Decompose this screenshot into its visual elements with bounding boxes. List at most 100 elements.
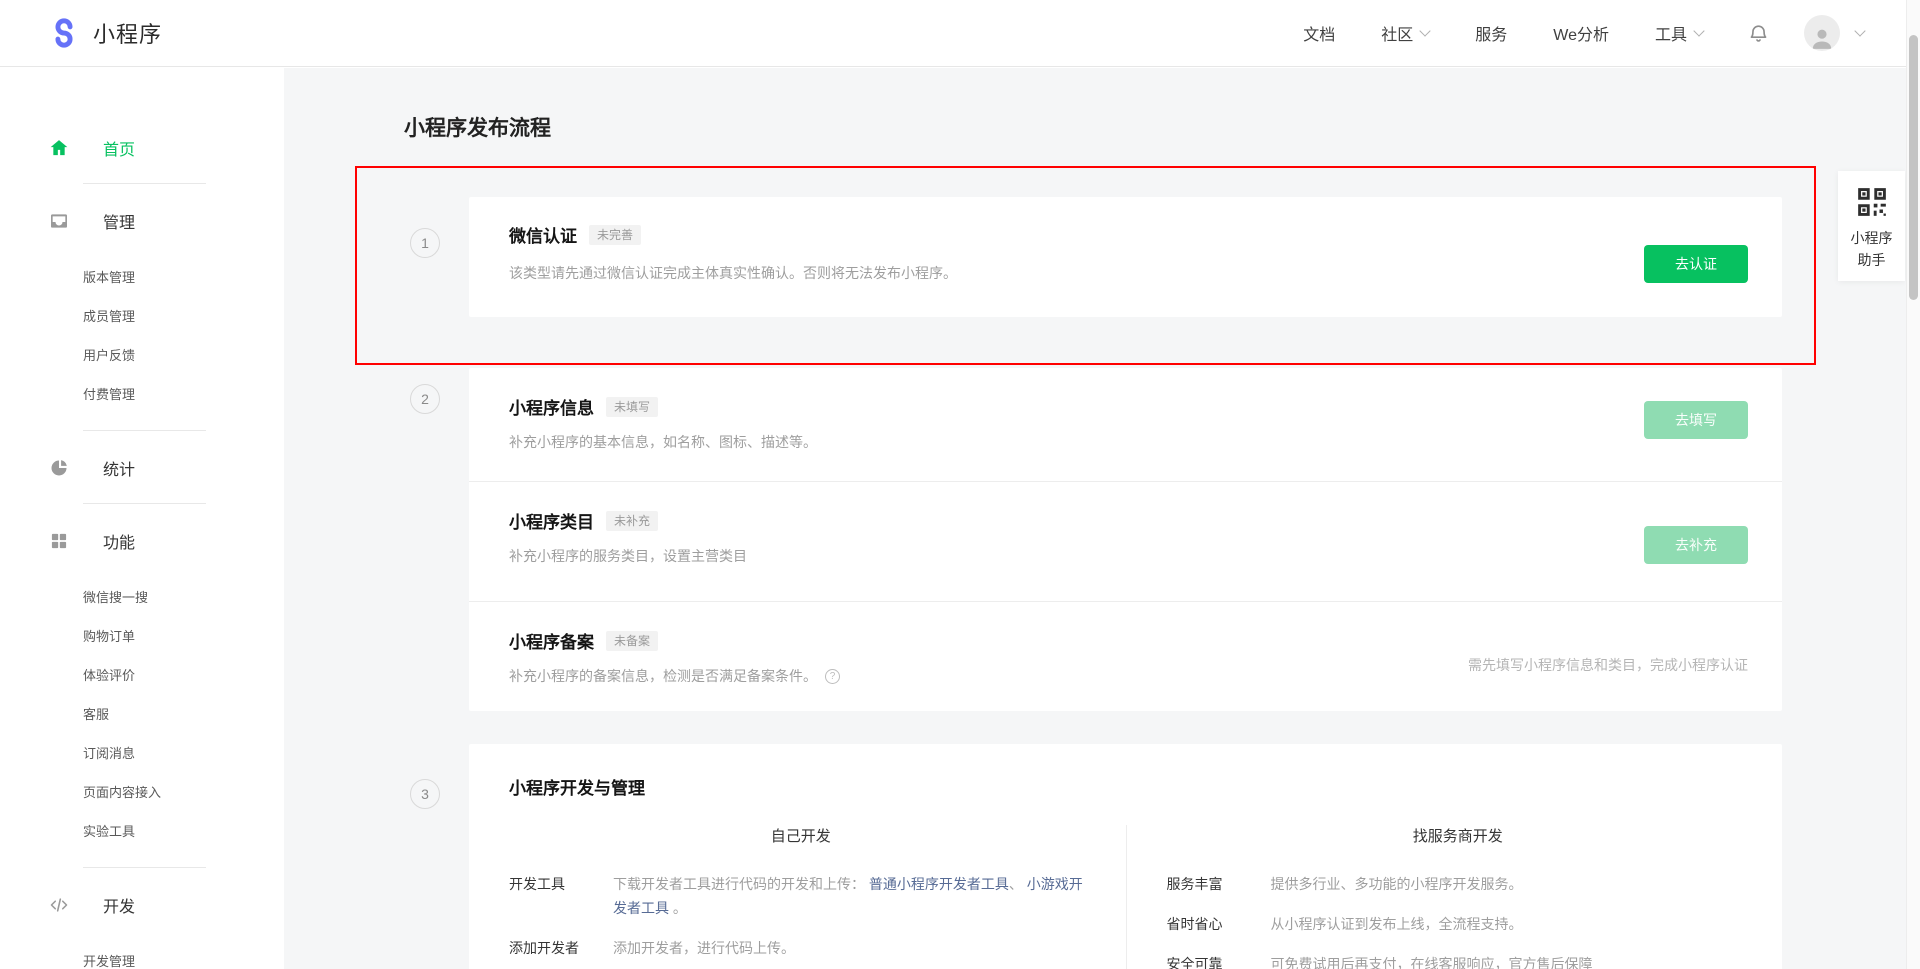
sidebar-item-label: 首页 [103,136,135,160]
top-nav: 文档 社区 服务 We分析 工具 [1257,15,1920,51]
sidebar-divider [83,867,206,868]
row-label: 添加开发者 [509,936,613,960]
assistant-widget[interactable]: 小程序 助手 [1838,171,1905,281]
top-header: 小程序 文档 社区 服务 We分析 工具 [0,0,1920,67]
sidebar-divider [83,430,206,431]
sidebar-item-experiment-tools[interactable]: 实验工具 [0,811,284,850]
sidebar-item-label: 功能 [103,529,135,553]
sidebar-item-user-feedback[interactable]: 用户反馈 [0,335,284,374]
row-label: 省时省心 [1167,912,1271,936]
sidebar-item-manage[interactable]: 管理 [0,203,284,239]
table-row: 服务丰富 提供多行业、多功能的小程序开发服务。 [1167,872,1750,896]
sidebar-item-subscribe-message[interactable]: 订阅消息 [0,733,284,772]
sidebar-item-statistics[interactable]: 统计 [0,450,284,486]
devtools-link[interactable]: 普通小程序开发者工具 [869,876,1009,892]
sidebar-group-manage: 版本管理 成员管理 用户反馈 付费管理 [0,257,284,413]
grid-icon [49,531,69,551]
nav-services[interactable]: 服务 [1475,21,1507,45]
avatar[interactable] [1804,15,1840,51]
row-text: 添加开发者，进行代码上传。 [613,936,1093,960]
sidebar-group-features: 微信搜一搜 购物订单 体验评价 客服 订阅消息 页面内容接入 实验工具 [0,577,284,850]
step-number-3: 3 [410,779,440,809]
row-text: 可免费试用后再支付，在线客服响应，官方售后保障 [1271,952,1750,969]
inbox-icon [49,211,69,231]
card-wechat-verification: 微信认证 未完善 该类型请先通过微信认证完成主体真实性确认。否则将无法发布小程序… [469,197,1782,317]
section-title: 小程序信息 [509,394,594,419]
section-description: 该类型请先通过微信认证完成主体真实性确认。否则将无法发布小程序。 [509,263,957,283]
step-number-label: 3 [421,786,429,802]
nav-tools-label: 工具 [1655,21,1687,45]
sidebar-item-home[interactable]: 首页 [0,130,284,166]
person-icon [1809,25,1835,51]
go-fill-button[interactable]: 去填写 [1644,401,1748,439]
sidebar-divider [83,503,206,504]
row-text-plain: 、 [1009,876,1027,892]
sidebar-item-label: 开发 [103,893,135,917]
row-label: 服务丰富 [1167,872,1271,896]
assistant-label-line1: 小程序 [1851,227,1893,249]
table-row: 开发工具 下载开发者工具进行代码的开发和上传： 普通小程序开发者工具、 小游戏开… [509,872,1093,920]
brand-logo[interactable]: 小程序 [49,17,162,49]
page-title: 小程序发布流程 [404,112,551,142]
section-description: 补充小程序的基本信息，如名称、图标、描述等。 [509,432,1742,452]
sidebar: 首页 管理 版本管理 成员管理 用户反馈 付费管理 统计 功能 [0,68,284,969]
row-label: 开发工具 [509,872,613,920]
sidebar-item-customer-service[interactable]: 客服 [0,694,284,733]
sidebar-item-payment-manage[interactable]: 付费管理 [0,374,284,413]
step-number-label: 2 [421,391,429,407]
status-badge: 未备案 [606,631,658,651]
sidebar-item-develop[interactable]: 开发 [0,887,284,923]
assistant-label-line2: 助手 [1858,249,1886,271]
notification-bell-icon[interactable] [1747,22,1770,45]
go-verify-button[interactable]: 去认证 [1644,245,1748,283]
section-miniprogram-category: 小程序类目 未补充 补充小程序的服务类目，设置主营类目 去补充 [469,481,1782,601]
row-text-plain: 下载开发者工具进行代码的开发和上传： [613,876,865,892]
scrollbar-thumb[interactable] [1909,35,1918,300]
sidebar-item-page-content[interactable]: 页面内容接入 [0,772,284,811]
table-row: 添加开发者 添加开发者，进行代码上传。 [509,936,1093,960]
step-number-label: 1 [421,235,429,251]
home-icon [49,138,69,158]
sidebar-item-shopping-orders[interactable]: 购物订单 [0,616,284,655]
go-supplement-button[interactable]: 去补充 [1644,526,1748,564]
section-miniprogram-icp: 小程序备案 未备案 补充小程序的备案信息，检测是否满足备案条件。 ? 需先填写小… [469,601,1782,711]
card-miniprogram-setup: 小程序信息 未填写 补充小程序的基本信息，如名称、图标、描述等。 去填写 小程序… [469,368,1782,711]
section-title: 微信认证 [509,222,577,247]
section-title: 小程序备案 [509,628,594,653]
sidebar-item-experience-review[interactable]: 体验评价 [0,655,284,694]
status-badge: 未填写 [606,397,658,417]
sidebar-item-features[interactable]: 功能 [0,523,284,559]
nav-community[interactable]: 社区 [1381,21,1429,45]
section-description: 补充小程序的服务类目，设置主营类目 [509,546,1742,566]
nav-we-analysis[interactable]: We分析 [1553,21,1609,45]
code-icon [49,895,69,915]
chevron-down-icon [1420,25,1431,36]
step-number-1: 1 [410,228,440,258]
row-label: 安全可靠 [1167,952,1271,969]
column-header: 自己开发 [509,825,1093,846]
sidebar-item-label: 管理 [103,209,135,233]
account-chevron-icon[interactable] [1854,25,1865,36]
scrollbar-track[interactable] [1906,0,1920,969]
nav-tools[interactable]: 工具 [1655,21,1703,45]
help-question-icon[interactable]: ? [825,669,840,684]
sidebar-item-label: 统计 [103,456,135,480]
column-self-develop: 自己开发 开发工具 下载开发者工具进行代码的开发和上传： 普通小程序开发者工具、… [469,825,1126,969]
row-text: 提供多行业、多功能的小程序开发服务。 [1271,872,1750,896]
section-title: 小程序类目 [509,508,594,533]
section-title: 小程序开发与管理 [509,774,1782,799]
sidebar-item-version-manage[interactable]: 版本管理 [0,257,284,296]
sidebar-item-develop-manage[interactable]: 开发管理 [0,941,284,969]
nav-community-label: 社区 [1381,21,1413,45]
prerequisite-note: 需先填写小程序信息和类目，完成小程序认证 [1468,655,1748,675]
qr-code-icon [1857,187,1887,217]
row-text: 下载开发者工具进行代码的开发和上传： 普通小程序开发者工具、 小游戏开发者工具 … [613,872,1093,920]
sidebar-item-wechat-search[interactable]: 微信搜一搜 [0,577,284,616]
sidebar-item-member-manage[interactable]: 成员管理 [0,296,284,335]
nav-docs[interactable]: 文档 [1303,21,1335,45]
brand-title: 小程序 [93,17,162,49]
row-text: 从小程序认证到发布上线，全流程支持。 [1271,912,1750,936]
status-badge: 未补充 [606,511,658,531]
column-header: 找服务商开发 [1167,825,1750,846]
table-row: 安全可靠 可免费试用后再支付，在线客服响应，官方售后保障 [1167,952,1750,969]
